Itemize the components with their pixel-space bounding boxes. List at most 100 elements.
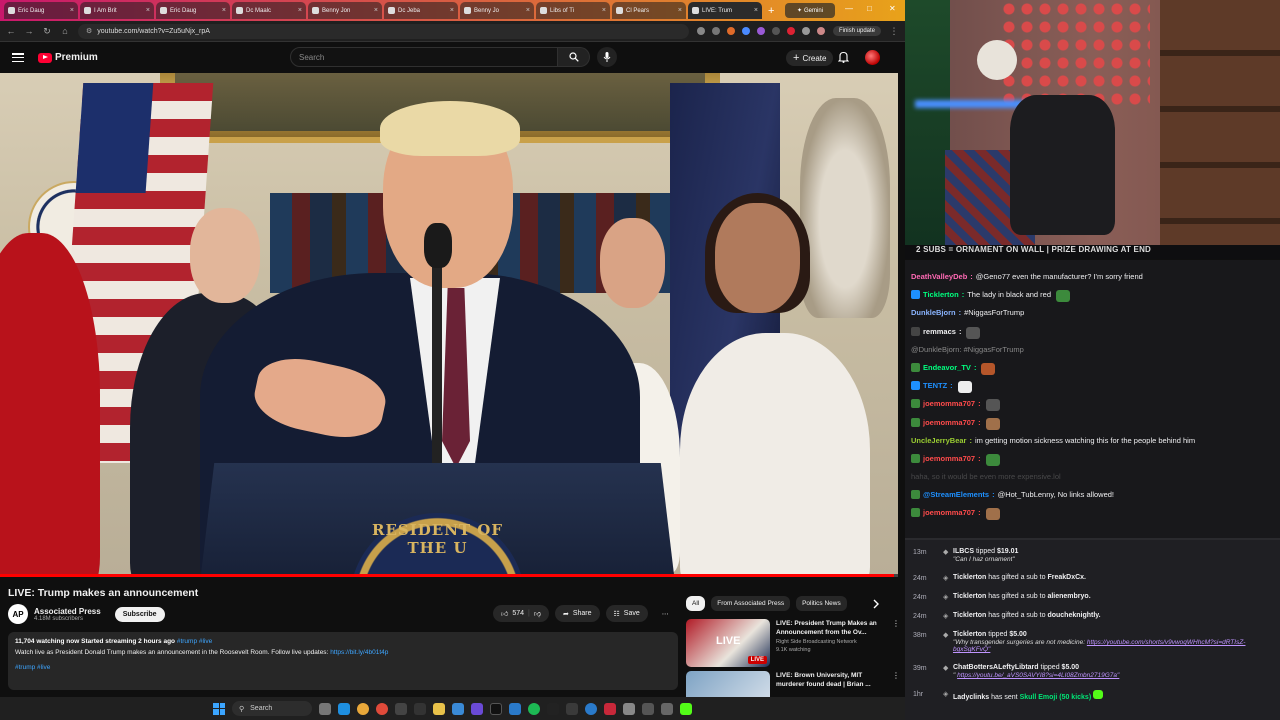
event-user[interactable]: ILBCS (953, 548, 974, 555)
profile-icon[interactable] (816, 27, 825, 35)
chat-username[interactable]: joemomma707 (923, 399, 975, 408)
event-target[interactable]: alienembryo. (1047, 593, 1090, 600)
app-icon[interactable] (566, 702, 578, 715)
recommendation-thumbnail[interactable]: LIVE LIVE (686, 619, 770, 667)
browser-tab[interactable]: Eric Daug × (4, 2, 78, 19)
voice-search-button[interactable] (597, 47, 617, 67)
search-button[interactable] (558, 47, 590, 67)
thumbs-down-icon[interactable]: 👎︎ (534, 609, 541, 618)
search-input[interactable]: Search (290, 47, 558, 67)
app-icon[interactable] (395, 702, 407, 715)
chat-username[interactable]: joemomma707 (923, 508, 975, 517)
app-icon[interactable] (509, 702, 521, 715)
app-icon[interactable] (471, 702, 483, 715)
filter-chip[interactable]: All (686, 596, 706, 611)
channel-name[interactable]: Associated Press (34, 607, 101, 616)
maximize-icon[interactable]: □ (867, 4, 872, 13)
video-description[interactable]: 11,704 watching now Started streaming 2 … (8, 632, 678, 690)
forward-icon[interactable]: → (24, 26, 34, 36)
url-field[interactable]: ⚙ youtube.com/watch?v=Zu5uNjx_rpA (78, 23, 689, 39)
recommendation-item[interactable]: LIVE LIVE LIVE: President Trump Makes an… (686, 619, 900, 667)
app-icon[interactable] (642, 702, 654, 715)
account-avatar[interactable] (865, 50, 880, 65)
more-icon[interactable]: ⋮ (892, 619, 900, 667)
gemini-button[interactable]: ✦ Gemini (785, 3, 835, 18)
site-info-icon[interactable]: ⚙ (86, 27, 92, 35)
close-icon[interactable]: × (678, 7, 682, 14)
spotify-icon[interactable] (528, 702, 540, 715)
bookmark-star-icon[interactable] (711, 27, 720, 35)
extension-icon[interactable] (741, 27, 750, 35)
share-button[interactable]: ➦ Share (554, 605, 600, 622)
hamburger-menu-icon[interactable] (12, 53, 24, 62)
chat-username[interactable]: joemomma707 (923, 418, 975, 427)
chrome-icon[interactable] (357, 702, 369, 715)
recommendation-channel[interactable]: Right Side Broadcasting Network (776, 639, 886, 645)
recommendation-title[interactable]: LIVE: President Trump Makes an Announcem… (776, 619, 886, 637)
close-icon[interactable]: × (374, 7, 378, 14)
task-view-icon[interactable] (319, 702, 331, 715)
windows-start-icon[interactable] (213, 702, 225, 715)
edge-icon[interactable] (338, 702, 350, 715)
new-tab-icon[interactable]: + (764, 5, 778, 17)
description-link[interactable]: https://bit.ly/4b01t4p (330, 649, 388, 656)
event-user[interactable]: ChatBottersALeftyLibtard (953, 664, 1039, 671)
browser-tab[interactable]: Eric Daug × (156, 2, 230, 19)
close-icon[interactable]: × (450, 7, 454, 14)
close-icon[interactable]: × (602, 7, 606, 14)
chat-username[interactable]: UncleJerryBear (911, 436, 966, 445)
event-user[interactable]: Ticklerton (953, 593, 986, 600)
filter-chip[interactable]: Politics News (796, 596, 847, 611)
chevron-right-icon[interactable] (872, 599, 880, 609)
folder-icon[interactable] (433, 702, 445, 715)
browser-tab[interactable]: Benny Jo × (460, 2, 534, 19)
browser-tab[interactable]: Libs of Ti × (536, 2, 610, 19)
app-icon[interactable] (661, 702, 673, 715)
close-window-icon[interactable]: ✕ (889, 4, 896, 13)
app-icon[interactable] (547, 702, 559, 715)
chat-username[interactable]: Endeavor_TV (923, 363, 971, 372)
reload-icon[interactable]: ↻ (42, 26, 52, 37)
minimize-icon[interactable]: — (845, 4, 853, 13)
filter-chip[interactable]: From Associated Press (711, 596, 791, 611)
youtube-logo[interactable]: Premium (38, 52, 98, 63)
app-icon[interactable] (585, 702, 597, 715)
kebab-menu-icon[interactable]: ⋮ (889, 26, 899, 37)
browser-tab[interactable]: Cl Pears × (612, 2, 686, 19)
close-icon[interactable]: × (70, 7, 74, 14)
close-icon[interactable]: × (298, 7, 302, 14)
notifications-bell-icon[interactable] (838, 51, 849, 63)
home-icon[interactable]: ⌂ (60, 26, 70, 36)
more-actions-button[interactable]: ⋯ (654, 605, 677, 622)
xbox-icon[interactable] (414, 702, 426, 715)
create-button[interactable]: + Create (786, 50, 834, 66)
close-icon[interactable]: × (526, 7, 530, 14)
app-icon[interactable] (604, 702, 616, 715)
app-icon[interactable] (452, 702, 464, 715)
close-icon[interactable]: × (754, 7, 758, 14)
recommendation-title[interactable]: LIVE: Brown University, MIT murderer fou… (776, 671, 886, 689)
browser-tab[interactable]: LIVE: Trum × (688, 2, 762, 19)
subscribe-button[interactable]: Subscribe (114, 606, 165, 622)
browser-tab[interactable]: Dc Maalc × (232, 2, 306, 19)
chrome-active-icon[interactable] (376, 702, 388, 715)
extension-icon[interactable] (801, 27, 810, 35)
browser-tab[interactable]: I Am Brit × (80, 2, 154, 19)
event-target[interactable]: FreakDxCx. (1047, 574, 1086, 581)
chat-username[interactable]: joemomma707 (923, 454, 975, 463)
description-stats-tags[interactable]: #trump #live (177, 638, 212, 645)
extension-icon[interactable] (696, 27, 705, 35)
extension-icon[interactable] (726, 27, 735, 35)
app-icon[interactable] (623, 702, 635, 715)
event-target[interactable]: doucheknightly. (1047, 612, 1100, 619)
extension-icon[interactable] (786, 27, 795, 35)
finish-update-button[interactable]: Finish update (832, 26, 881, 36)
chat-username[interactable]: TENTZ (923, 381, 947, 390)
kick-icon[interactable] (680, 702, 692, 715)
browser-tab[interactable]: Dc Jeba × (384, 2, 458, 19)
back-icon[interactable]: ← (6, 26, 16, 36)
video-player[interactable]: RESIDENT OF THE U (0, 73, 898, 576)
close-icon[interactable]: × (222, 7, 226, 14)
chat-username[interactable]: DeathValleyDeb (911, 272, 967, 281)
extension-icon[interactable] (756, 27, 765, 35)
